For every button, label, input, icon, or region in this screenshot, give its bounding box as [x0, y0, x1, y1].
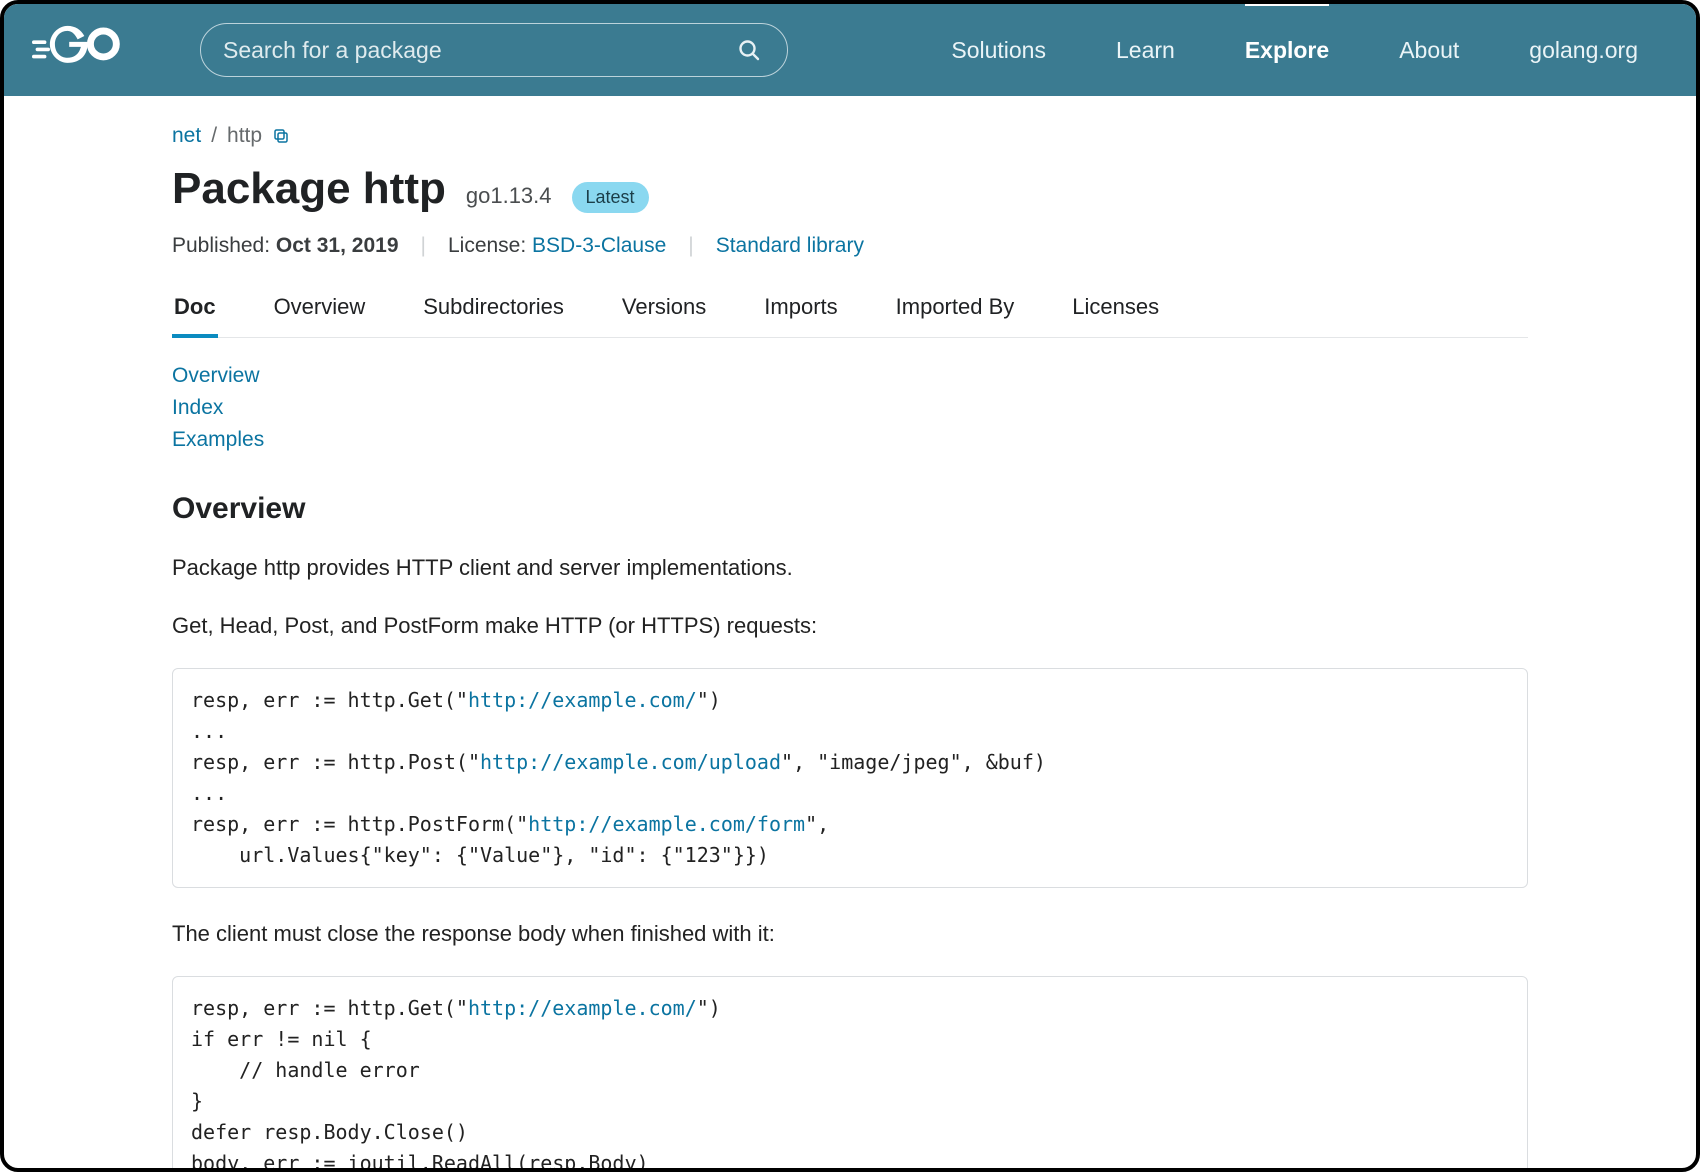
nav-explore[interactable]: Explore [1245, 33, 1329, 68]
toc: Overview Index Examples [172, 364, 1528, 452]
code-url[interactable]: http://example.com/upload [480, 750, 781, 774]
title-row: Package http go1.13.4 Latest [172, 164, 1528, 214]
license-link[interactable]: BSD-3-Clause [532, 234, 666, 257]
go-logo[interactable] [32, 24, 152, 76]
published: Published: Oct 31, 2019 [172, 234, 399, 258]
meta-row: Published: Oct 31, 2019 | License: BSD-3… [172, 234, 1528, 258]
page-content: net / http Package http go1.13.4 Latest Pu… [4, 96, 1696, 1172]
stdlib-link[interactable]: Standard library [716, 234, 864, 258]
breadcrumb-parent[interactable]: net [172, 124, 201, 148]
breadcrumb-current: http [227, 124, 262, 148]
toc-overview[interactable]: Overview [172, 364, 1528, 388]
overview-p1: Package http provides HTTP client and se… [172, 552, 1528, 584]
breadcrumb-sep: / [211, 124, 217, 148]
doc-tabs: Doc Overview Subdirectories Versions Imp… [172, 288, 1528, 338]
tab-doc[interactable]: Doc [172, 288, 218, 338]
search-icon [737, 38, 761, 62]
code-url[interactable]: http://example.com/ [468, 688, 697, 712]
search-box[interactable] [200, 23, 788, 77]
go-version: go1.13.4 [466, 183, 552, 209]
overview-heading: Overview [172, 492, 1528, 526]
tab-subdirectories[interactable]: Subdirectories [421, 288, 566, 337]
tab-imports[interactable]: Imports [762, 288, 839, 337]
breadcrumb: net / http [172, 124, 1528, 148]
primary-nav: Solutions Learn Explore About golang.org [951, 33, 1668, 68]
license: License: BSD-3-Clause [448, 234, 666, 258]
site-header: Solutions Learn Explore About golang.org [4, 4, 1696, 96]
code-block-1: resp, err := http.Get("http://example.co… [172, 668, 1528, 888]
overview-p2: Get, Head, Post, and PostForm make HTTP … [172, 610, 1528, 642]
code-url[interactable]: http://example.com/ [468, 996, 697, 1020]
overview-p3: The client must close the response body … [172, 918, 1528, 950]
page-title: Package http [172, 164, 446, 214]
nav-golang[interactable]: golang.org [1529, 33, 1638, 68]
tab-licenses[interactable]: Licenses [1070, 288, 1161, 337]
code-url[interactable]: http://example.com/form [528, 812, 805, 836]
nav-solutions[interactable]: Solutions [951, 33, 1046, 68]
toc-examples[interactable]: Examples [172, 428, 1528, 452]
search-input[interactable] [223, 37, 737, 64]
tab-overview[interactable]: Overview [272, 288, 368, 337]
toc-index[interactable]: Index [172, 396, 1528, 420]
tab-importedby[interactable]: Imported By [894, 288, 1017, 337]
nav-learn[interactable]: Learn [1116, 33, 1175, 68]
copy-icon[interactable] [272, 127, 290, 145]
code-block-2: resp, err := http.Get("http://example.co… [172, 976, 1528, 1172]
latest-badge: Latest [572, 182, 649, 213]
tab-versions[interactable]: Versions [620, 288, 708, 337]
nav-about[interactable]: About [1399, 33, 1459, 68]
